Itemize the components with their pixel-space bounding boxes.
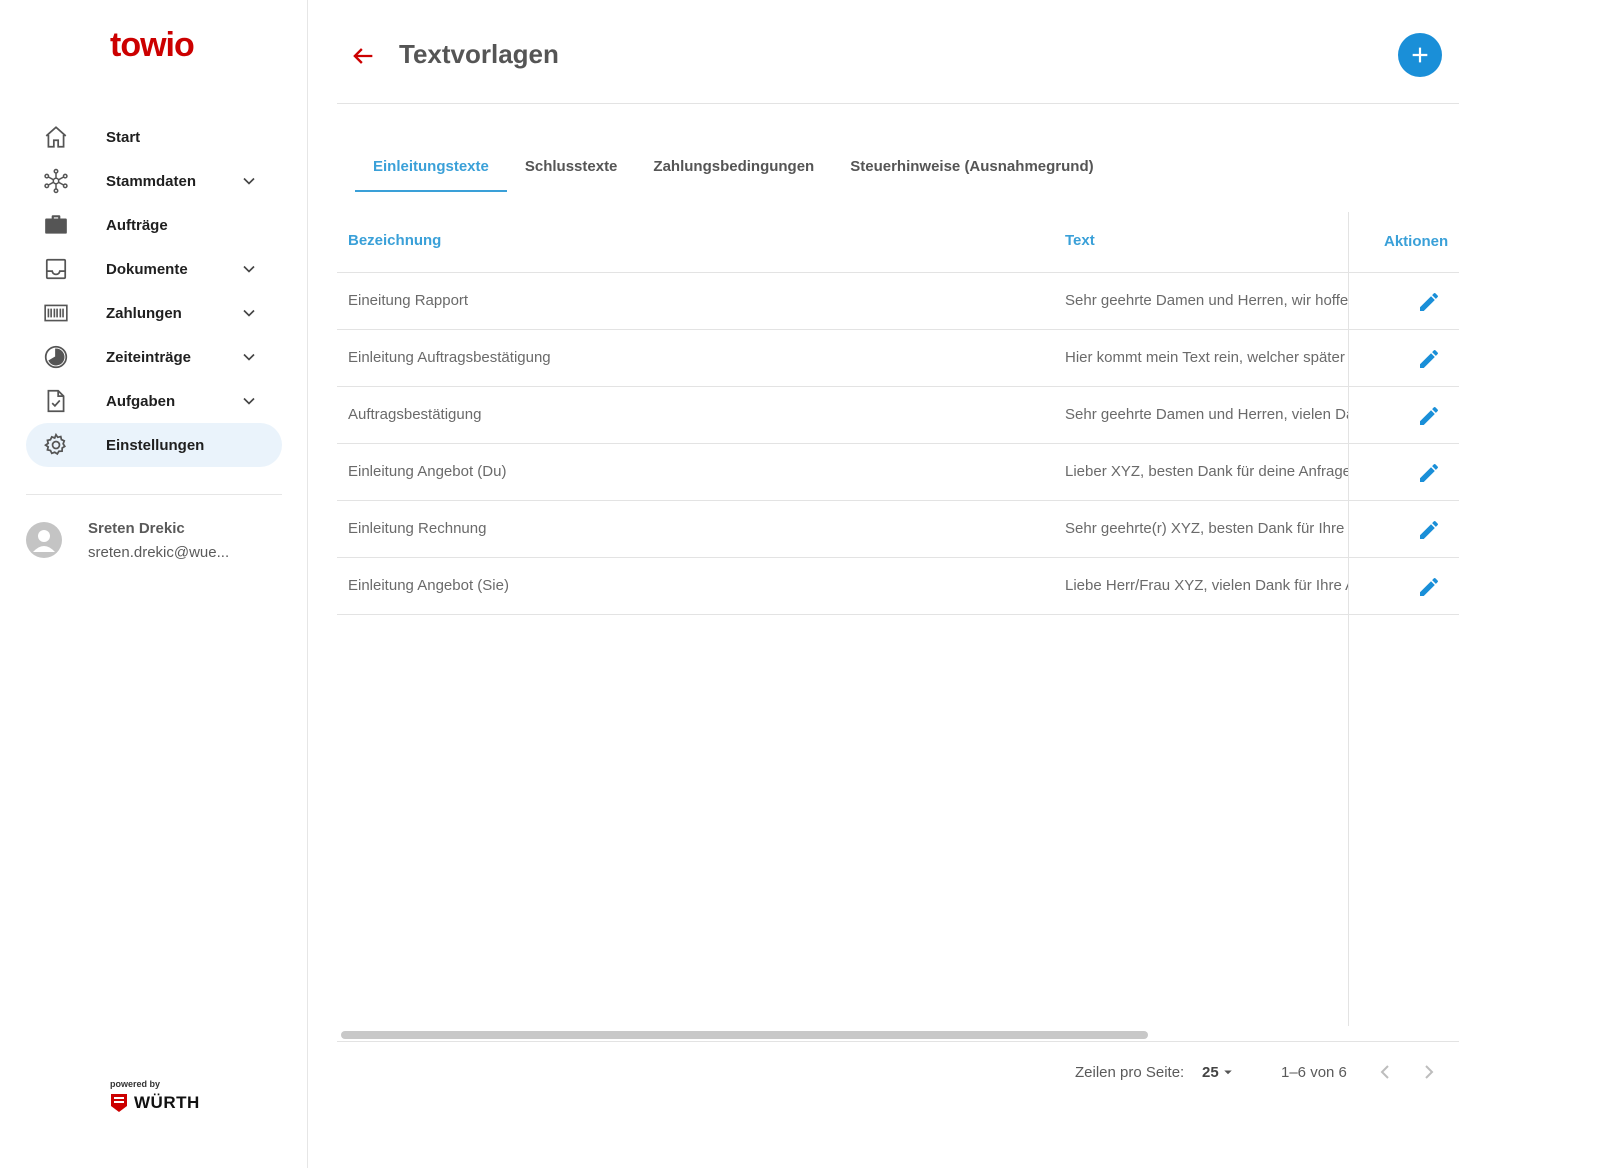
sidebar-item-einstellungen[interactable]: Einstellungen [26,423,282,467]
gear-icon [43,432,69,458]
sidebar-item-label: Stammdaten [106,172,197,190]
tab-bar: Einleitungstexte Schlusstexte Zahlungsbe… [355,145,1112,193]
sidebar-item-dokumente[interactable]: Dokumente [26,247,282,291]
cell-bezeichnung: Einleitung Angebot (Sie) [348,577,509,594]
pagination-range: 1–6 von 6 [1281,1064,1347,1081]
sidebar-item-stammdaten[interactable]: Stammdaten [26,159,282,203]
table-row[interactable]: Einleitung Rechnung Sehr geehrte(r) XYZ,… [337,501,1459,558]
chevron-down-icon[interactable] [239,391,259,411]
sidebar-divider [26,494,282,495]
pagination: Zeilen pro Seite: 25 1–6 von 6 [337,1054,1459,1090]
sidebar-item-label: Start [106,128,141,146]
cell-text: Hier kommt mein Text rein, welcher späte… [1065,349,1345,366]
edit-pencil-icon[interactable] [1417,461,1441,485]
tab-zahlungsbedingungen[interactable]: Zahlungsbedingungen [635,145,832,193]
app-root: towio Start Stammdaten Aufträge Dokument… [0,0,1618,1168]
rows-per-page-label: Zeilen pro Seite: [1075,1064,1185,1081]
sidebar-item-zahlungen[interactable]: Zahlungen [26,291,282,335]
sidebar-item-label: Dokumente [106,260,188,278]
main-content: Textvorlagen Einleitungstexte Schlusstex… [337,0,1459,1168]
table-row[interactable]: Auftragsbestätigung Sehr geehrte Damen u… [337,387,1459,444]
user-name: Sreten Drekic [88,520,185,537]
chevron-down-icon[interactable] [239,171,259,191]
chevron-down-icon[interactable] [239,347,259,367]
tab-schlusstexte[interactable]: Schlusstexte [507,145,636,193]
barcode-icon [43,300,69,326]
chevron-right-icon[interactable] [1417,1060,1441,1084]
caret-down-icon [1223,1070,1232,1075]
sidebar-item-label: Aufträge [106,216,168,234]
edit-pencil-icon[interactable] [1417,347,1441,371]
tab-steuerhinweise[interactable]: Steuerhinweise (Ausnahmegrund) [832,145,1111,193]
towio-logo[interactable]: towio [110,26,195,65]
column-header-text[interactable]: Text [1065,232,1095,249]
avatar [26,522,62,558]
sidebar-item-zeiteintraege[interactable]: Zeiteinträge [26,335,282,379]
cell-bezeichnung: Auftragsbestätigung [348,406,482,423]
page-title: Textvorlagen [399,39,559,69]
sidebar: towio Start Stammdaten Aufträge Dokument… [0,0,308,1168]
wurth-wordmark: WÜRTH [134,1093,200,1112]
chevron-down-icon[interactable] [239,259,259,279]
table-row[interactable]: Einleitung Angebot (Sie) Liebe Herr/Frau… [337,558,1459,615]
wurth-logo: WÜRTH [110,1093,200,1113]
table-row[interactable]: Einleitung Angebot (Du) Lieber XYZ, best… [337,444,1459,501]
cell-text: Lieber XYZ, besten Dank für deine Anfrag… [1065,463,1348,480]
scrollbar-thumb[interactable] [341,1031,1148,1039]
cell-text: Sehr geehrte Damen und Herren, vielen Da… [1065,406,1348,423]
sidebar-item-label: Aufgaben [106,392,176,410]
cell-text: Liebe Herr/Frau XYZ, vielen Dank für Ihr… [1065,577,1348,594]
chevron-left-icon[interactable] [1373,1060,1397,1084]
cell-text: Sehr geehrte(r) XYZ, besten Dank für Ihr… [1065,520,1345,537]
user-profile[interactable]: Sreten Drekic sreten.drekic@wue... [26,518,282,568]
user-icon [33,530,55,552]
home-icon [43,124,69,150]
back-arrow-icon[interactable] [349,42,377,70]
plus-icon [1412,47,1428,63]
sidebar-item-label: Zahlungen [106,304,182,322]
inbox-icon [43,256,69,282]
sidebar-item-label: Einstellungen [106,436,205,454]
network-icon [43,168,69,194]
cell-bezeichnung: Einleitung Angebot (Du) [348,463,507,480]
table-row[interactable]: Einleitung Auftragsbestätigung Hier komm… [337,330,1459,387]
header-divider [337,103,1459,104]
horizontal-scrollbar[interactable] [337,1028,1459,1042]
sidebar-item-label: Zeiteinträge [106,348,192,366]
cell-bezeichnung: Eineitung Rapport [348,292,469,309]
sidebar-item-start[interactable]: Start [26,115,282,159]
clock-icon [43,344,69,370]
chevron-down-icon[interactable] [239,303,259,323]
templates-table: Bezeichnung Text Aktionen Eineitung Rapp… [337,212,1459,1044]
task-document-icon [43,388,69,414]
user-email: sreten.drekic@wue... [88,544,230,561]
rows-per-page-value: 25 [1202,1063,1219,1081]
tab-einleitungstexte[interactable]: Einleitungstexte [355,145,507,193]
sidebar-item-aufgaben[interactable]: Aufgaben [26,379,282,423]
cell-bezeichnung: Einleitung Auftragsbestätigung [348,349,551,366]
edit-pencil-icon[interactable] [1417,575,1441,599]
cell-bezeichnung: Einleitung Rechnung [348,520,487,537]
column-header-bezeichnung[interactable]: Bezeichnung [348,232,441,249]
rows-per-page-select[interactable]: 25 [1202,1063,1237,1081]
wurth-mark-icon [111,1094,127,1112]
edit-pencil-icon[interactable] [1417,518,1441,542]
add-template-button[interactable] [1398,33,1442,77]
edit-pencil-icon[interactable] [1417,404,1441,428]
sidebar-nav: Start Stammdaten Aufträge Dokumente Zahl… [26,115,282,467]
sidebar-item-auftraege[interactable]: Aufträge [26,203,282,247]
column-header-aktionen: Aktionen [1384,233,1449,250]
cell-text: Sehr geehrte Damen und Herren, wir hoffe… [1065,292,1348,309]
briefcase-icon [43,212,69,238]
table-row[interactable]: Eineitung Rapport Sehr geehrte Damen und… [337,273,1459,330]
powered-by-label: powered by [110,1079,161,1089]
edit-pencil-icon[interactable] [1417,290,1441,314]
